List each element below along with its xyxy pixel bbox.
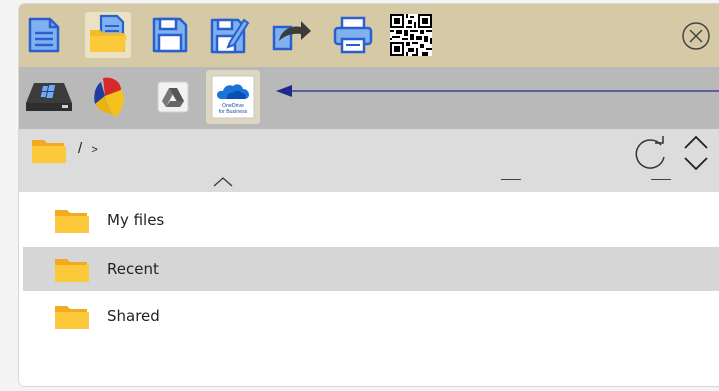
- breadcrumb-separator: >: [91, 144, 99, 156]
- new-file-icon: [28, 17, 60, 53]
- share-button[interactable]: [269, 12, 315, 58]
- qr-code-button[interactable]: [388, 12, 434, 58]
- column-divider[interactable]: [651, 179, 671, 180]
- list-item[interactable]: Recent: [23, 247, 719, 291]
- sort-order-icon[interactable]: [681, 132, 711, 176]
- storage-provider-bar: OneDrive for Business: [19, 67, 719, 129]
- list-item-label: Recent: [107, 260, 159, 278]
- onedrive-business-icon: OneDrive for Business: [211, 75, 255, 119]
- path-bar: / >: [19, 129, 719, 192]
- file-list: My files Recent Shared: [19, 192, 719, 386]
- close-icon: [682, 22, 710, 50]
- breadcrumb-root[interactable]: /: [78, 140, 83, 157]
- share-icon: [272, 21, 311, 51]
- onedrive-business-button[interactable]: OneDrive for Business: [206, 70, 260, 124]
- list-item[interactable]: My files: [23, 198, 719, 242]
- colored-flag-icon: [94, 77, 124, 118]
- list-item[interactable]: Shared: [23, 294, 719, 338]
- onedrive-label-line2: for Business: [219, 109, 248, 115]
- print-button[interactable]: [330, 12, 376, 58]
- file-dialog: OneDrive for Business / > My files Recen…: [19, 4, 719, 386]
- open-file-button[interactable]: [85, 12, 131, 58]
- local-drive-icon: [26, 83, 72, 111]
- save-icon: [152, 17, 188, 53]
- qr-code-icon: [390, 14, 432, 56]
- local-drive-button[interactable]: [22, 70, 76, 124]
- google-drive-icon: [157, 81, 189, 113]
- folder-icon: [55, 210, 89, 233]
- open-file-icon: [90, 14, 127, 52]
- folder-icon: [32, 140, 66, 163]
- pointer-arrow-icon: [276, 85, 719, 97]
- main-toolbar: [19, 4, 719, 67]
- refresh-icon[interactable]: [631, 133, 671, 173]
- save-as-button[interactable]: [206, 12, 252, 58]
- list-item-label: Shared: [107, 307, 160, 325]
- close-button[interactable]: [679, 19, 713, 53]
- folder-icon: [55, 306, 89, 329]
- folder-icon: [55, 259, 89, 282]
- save-as-icon: [210, 18, 250, 54]
- new-file-button[interactable]: [21, 12, 67, 58]
- colored-flag-button[interactable]: [84, 70, 138, 124]
- breadcrumb[interactable]: / >: [78, 140, 98, 157]
- print-icon: [333, 16, 373, 54]
- save-button[interactable]: [147, 12, 193, 58]
- google-drive-button[interactable]: [146, 70, 200, 124]
- list-item-label: My files: [107, 211, 165, 229]
- column-sort-caret-icon[interactable]: [212, 176, 234, 188]
- column-divider[interactable]: [501, 179, 521, 180]
